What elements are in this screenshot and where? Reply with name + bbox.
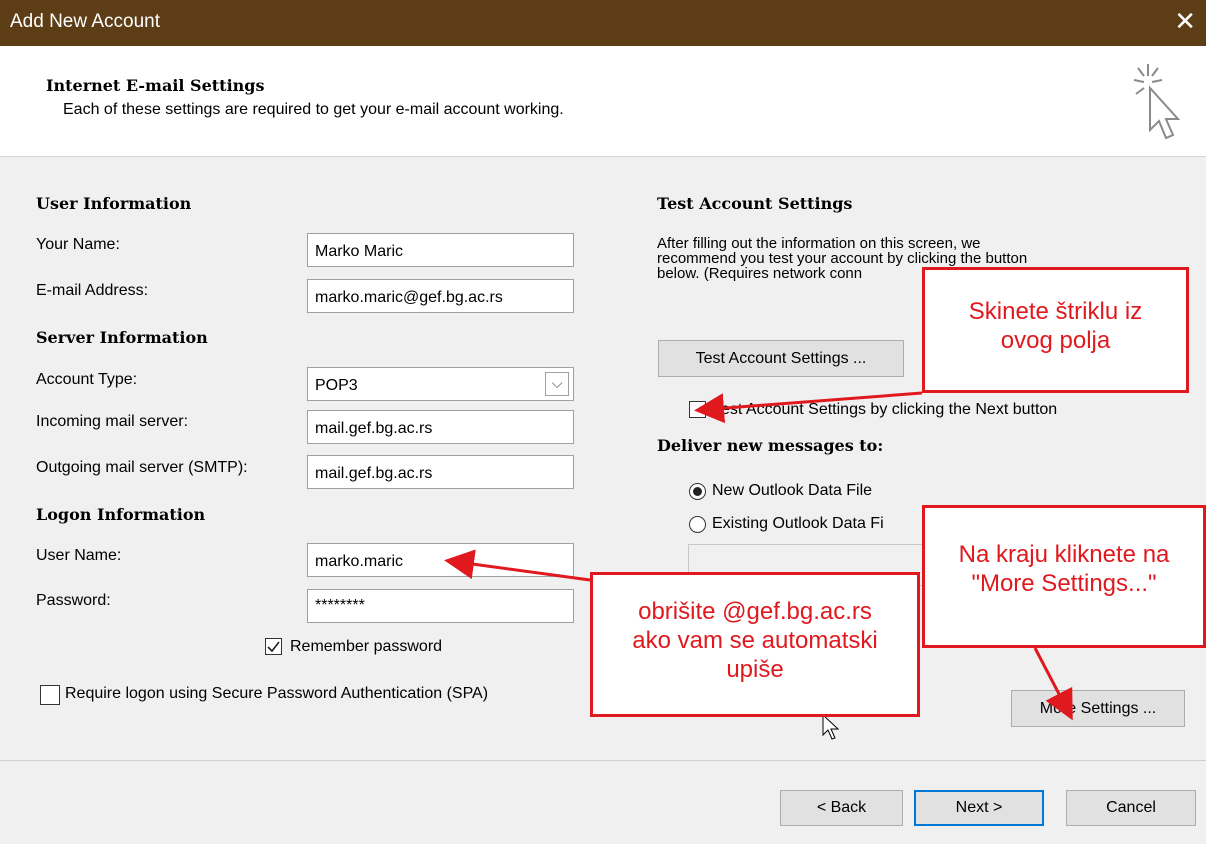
callout-line: Na kraju kliknete na xyxy=(958,541,1170,568)
cancel-button[interactable]: Cancel xyxy=(1066,790,1196,826)
callout-line: "More Settings..." xyxy=(971,570,1157,597)
back-button[interactable]: < Back xyxy=(780,790,903,826)
callout-more-settings: Na kraju kliknete na "More Settings..." xyxy=(922,505,1206,648)
arrow-to-more-settings xyxy=(1033,647,1073,721)
next-button[interactable]: Next > xyxy=(914,790,1044,826)
arrow-to-username xyxy=(444,549,591,582)
callout-line: upiše xyxy=(726,656,784,683)
annotation-arrows xyxy=(444,391,1073,721)
callout-line: Skinete štriklu iz xyxy=(968,298,1143,325)
callout-uncheck-test: Skinete štriklu iz ovog polja xyxy=(922,267,1189,393)
callout-line: ovog polja xyxy=(1000,327,1111,354)
callout-line: obrišite @gef.bg.ac.rs xyxy=(638,598,872,625)
footer-divider xyxy=(0,760,1206,761)
callout-line: ako vam se automatski xyxy=(632,627,878,654)
arrow-to-checkbox xyxy=(694,391,923,424)
callout-remove-domain: obrišite @gef.bg.ac.rs ako vam se automa… xyxy=(590,572,920,717)
